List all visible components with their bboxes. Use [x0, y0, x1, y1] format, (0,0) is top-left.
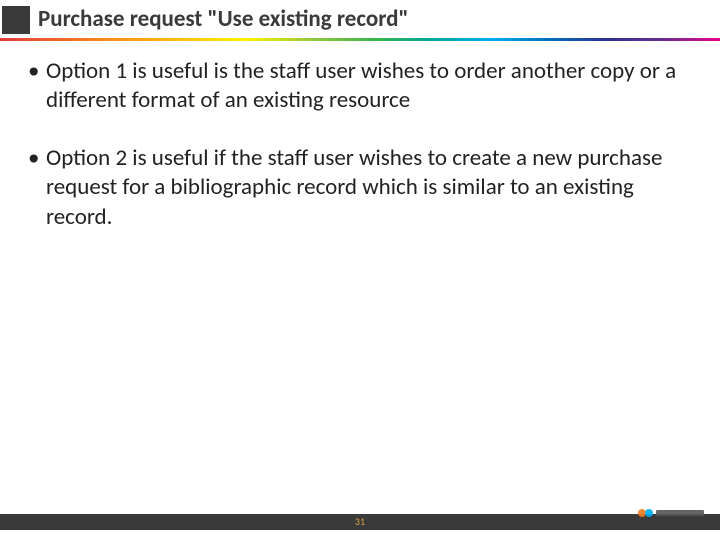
list-item: Option 2 is useful if the staff user wis… [28, 144, 692, 232]
slide: Purchase request "Use existing record" O… [0, 0, 720, 540]
slide-header: Purchase request "Use existing record" [0, 0, 720, 45]
bullet-list: Option 1 is useful is the staff user wis… [28, 57, 692, 232]
rainbow-divider [0, 38, 720, 41]
header-accent-block [2, 6, 30, 34]
list-item: Option 1 is useful is the staff user wis… [28, 57, 692, 116]
brand-logo-icon [636, 504, 706, 522]
slide-title: Purchase request "Use existing record" [38, 6, 409, 34]
page-number: 31 [0, 515, 720, 528]
header-row: Purchase request "Use existing record" [0, 6, 720, 34]
slide-body: Option 1 is useful is the staff user wis… [0, 45, 720, 232]
